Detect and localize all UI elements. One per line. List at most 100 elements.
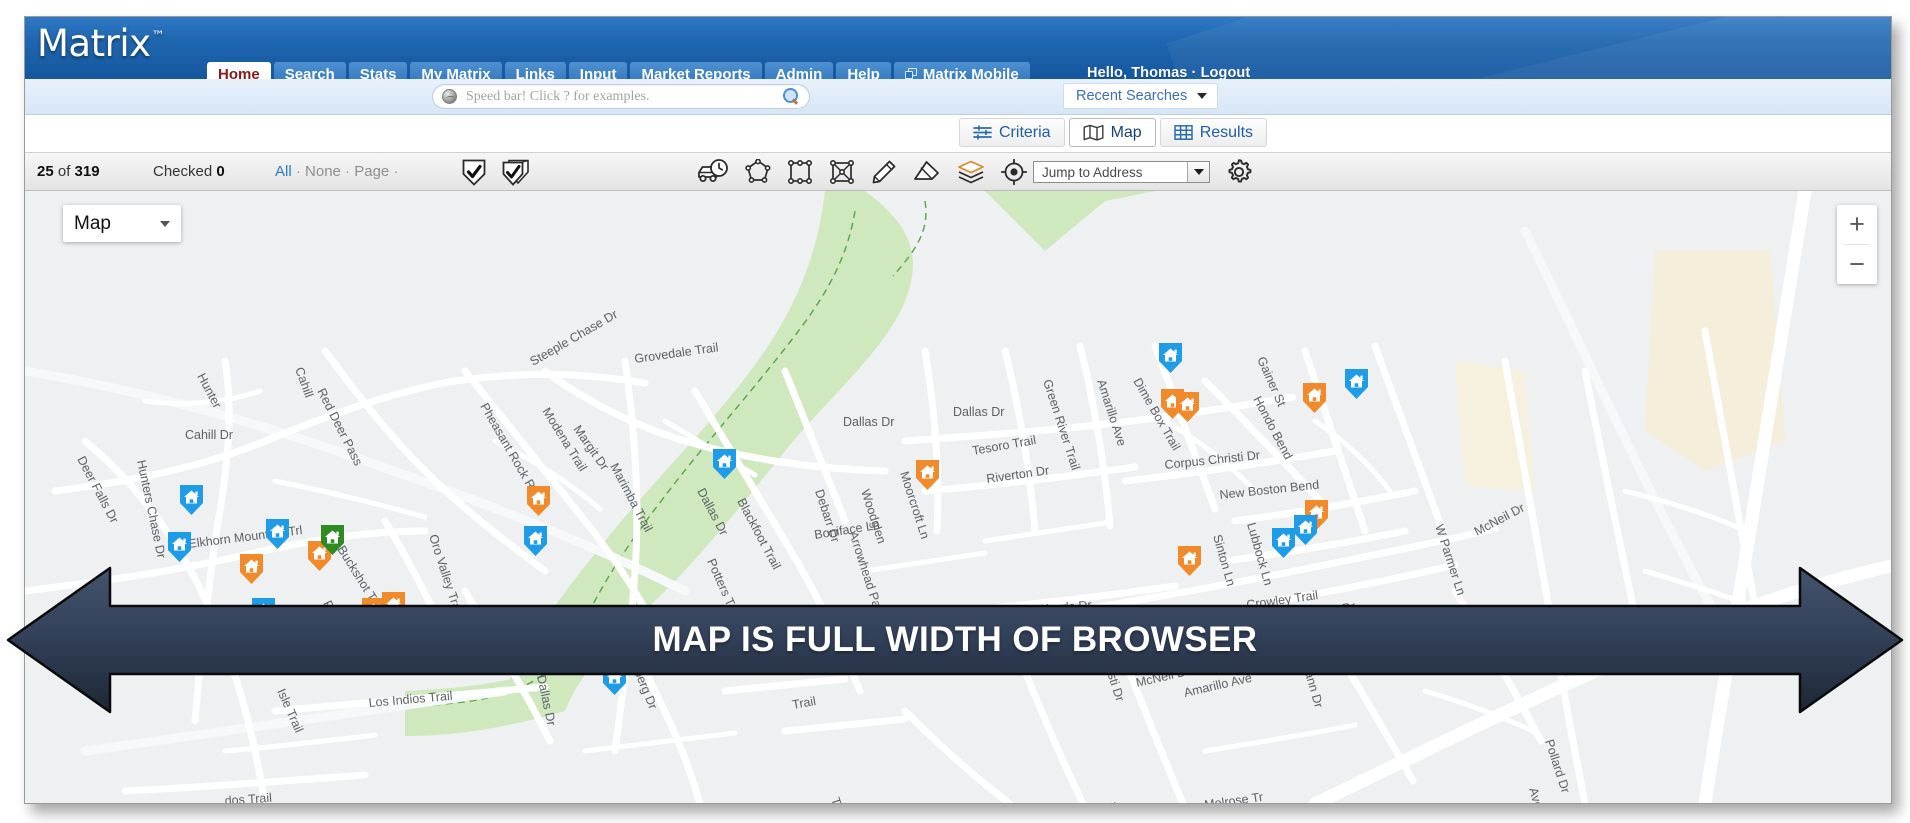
result-count-total: 319 — [74, 163, 100, 180]
map-pin-blue[interactable] — [1270, 526, 1297, 560]
map-pin-blue[interactable] — [250, 596, 277, 630]
nav-label: Matrix Mobile — [922, 66, 1019, 79]
locate-target-icon[interactable] — [1000, 158, 1028, 190]
map-pin-blue[interactable] — [178, 483, 205, 517]
checked-label: Checked — [153, 163, 213, 180]
map-pin-orange[interactable] — [525, 484, 552, 518]
nav-item-help[interactable]: Help — [836, 62, 891, 79]
tab-label: Results — [1199, 123, 1254, 141]
recent-searches-dropdown[interactable]: Recent Searches — [1063, 83, 1219, 109]
check-shield-stack-icon[interactable] — [501, 159, 531, 191]
pencil-draw-icon[interactable] — [871, 159, 897, 190]
map-type-value: Map — [74, 212, 111, 234]
nav-item-matrix-mobile[interactable]: Matrix Mobile — [893, 62, 1030, 79]
speed-bar[interactable]: Speed bar! Click ? for examples. — [432, 84, 810, 109]
map-pin-green[interactable] — [319, 523, 346, 557]
nav-item-input[interactable]: Input — [568, 62, 628, 79]
map-pin-blue[interactable] — [1157, 341, 1184, 375]
select-page-link[interactable]: Page — [354, 163, 389, 180]
nav-label: Help — [847, 66, 880, 79]
result-count-shown: 25 — [37, 163, 54, 180]
map-pin-blue[interactable] — [601, 663, 628, 697]
nav-item-links[interactable]: Links — [504, 62, 566, 79]
map-pin-blue[interactable] — [1343, 367, 1370, 401]
nav-item-stats[interactable]: Stats — [348, 62, 408, 79]
separator-1: · — [295, 163, 301, 180]
nav-label: Input — [579, 66, 617, 79]
map-pin-blue[interactable] — [658, 625, 685, 659]
map-pin-blue[interactable] — [711, 447, 738, 481]
user-greeting[interactable]: Hello, Thomas · Logout — [1087, 65, 1250, 79]
recent-searches-label: Recent Searches — [1076, 88, 1188, 104]
nav-label: Search — [284, 66, 335, 79]
rectangle-select-icon[interactable] — [787, 159, 813, 190]
map-viewport[interactable]: Deer Falls Dr Hunters Chase Dr Cahill Dr Hu… — [25, 191, 1891, 804]
separator-3: · — [393, 163, 399, 180]
map-pin-blue[interactable] — [522, 524, 549, 558]
zoom-in-button[interactable]: + — [1837, 205, 1877, 244]
map-type-selector[interactable]: Map — [63, 205, 181, 242]
nav-item-home[interactable]: Home — [207, 62, 271, 79]
speed-bar-placeholder: Speed bar! Click ? for examples. — [466, 88, 650, 104]
map-tool-icons — [697, 158, 1028, 190]
nav-label: Stats — [359, 66, 397, 79]
map-pin-orange[interactable] — [1176, 544, 1203, 578]
layers-icon[interactable] — [957, 159, 985, 190]
jump-to-address-dropdown[interactable]: Jump to Address — [1033, 161, 1210, 183]
polygon-select-icon[interactable] — [745, 158, 771, 190]
app-header: Matrix™ Home Search Stats My Matrix Link… — [25, 17, 1891, 79]
map-pin-blue[interactable] — [166, 530, 193, 564]
map-pin-orange[interactable] — [238, 552, 265, 586]
nav-item-market-reports[interactable]: Market Reports — [630, 62, 762, 79]
radius-select-icon[interactable] — [829, 159, 855, 190]
map-pin-orange[interactable] — [380, 590, 407, 624]
checked-value: 0 — [216, 163, 225, 180]
speedbar-row: Speed bar! Click ? for examples. Recent … — [25, 79, 1891, 115]
zoom-out-button[interactable]: − — [1837, 245, 1877, 284]
map-zoom-controls: + − — [1837, 205, 1877, 284]
header-sheen-b — [1232, 17, 1891, 79]
chevron-down-icon — [160, 220, 170, 227]
nav-item-my-matrix[interactable]: My Matrix — [410, 62, 502, 79]
gear-icon[interactable] — [1224, 157, 1254, 192]
check-shield-icon[interactable] — [461, 159, 487, 191]
tab-label: Map — [1110, 123, 1142, 141]
app-logo-text: Matrix — [37, 22, 151, 65]
toolbar-left-icons — [461, 159, 531, 191]
nav-label: Market Reports — [641, 66, 751, 79]
nav-item-admin[interactable]: Admin — [764, 62, 834, 79]
main-nav: Home Search Stats My Matrix Links Input … — [207, 60, 1033, 79]
tab-label: Criteria — [999, 123, 1051, 141]
tab-results[interactable]: Results — [1159, 118, 1268, 147]
street-label: dos Trail — [224, 791, 272, 804]
select-none-link[interactable]: None — [305, 163, 341, 180]
map-pin-blue[interactable] — [264, 517, 291, 551]
grid-table-icon — [1173, 124, 1193, 141]
nav-label: Links — [515, 66, 555, 79]
map-fold-icon — [1083, 124, 1104, 141]
magnifier-icon[interactable] — [783, 88, 800, 105]
map-pin-orange[interactable] — [914, 458, 941, 492]
map-pin-orange[interactable] — [1301, 381, 1328, 415]
globe-icon — [442, 89, 457, 104]
tab-map[interactable]: Map — [1068, 118, 1156, 147]
street-label: Cahill Dr — [185, 428, 233, 442]
nav-label: Admin — [775, 66, 823, 79]
nav-item-search[interactable]: Search — [273, 62, 346, 79]
chevron-down-icon[interactable] — [1187, 162, 1209, 182]
view-tabs: Criteria Map Results — [959, 118, 1268, 147]
result-count-of: of — [53, 163, 75, 180]
sliders-icon — [973, 124, 992, 141]
header-sheen-a — [1166, 17, 1891, 79]
view-tabstrip: Criteria Map Results — [25, 115, 1891, 153]
select-all-link[interactable]: All — [275, 163, 292, 180]
separator-2: · — [345, 163, 351, 180]
jump-to-address-value: Jump to Address — [1042, 164, 1143, 180]
checked-count: Checked 0 — [153, 163, 225, 180]
tab-criteria[interactable]: Criteria — [959, 118, 1065, 147]
map-pin-orange[interactable] — [1174, 390, 1201, 424]
eraser-icon[interactable] — [913, 159, 941, 190]
app-logo-tm: ™ — [151, 29, 165, 44]
car-drivetime-icon[interactable] — [697, 158, 729, 190]
street-label: Dallas Dr — [953, 405, 1004, 419]
